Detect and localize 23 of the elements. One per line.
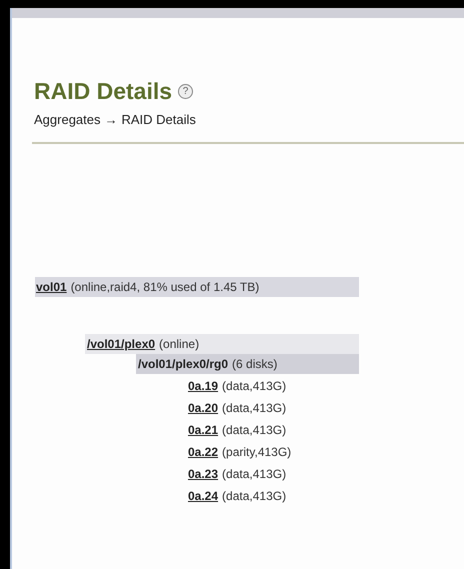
disk-info: (data,413G) bbox=[222, 488, 286, 504]
volume-link[interactable]: vol01 bbox=[36, 278, 67, 296]
page-title: RAID Details bbox=[34, 80, 172, 103]
disk-info: (data,413G) bbox=[222, 400, 286, 416]
disk-link[interactable]: 0a.23 bbox=[188, 464, 218, 482]
help-icon[interactable]: ? bbox=[178, 84, 194, 99]
plex-info: (online) bbox=[159, 336, 200, 352]
disk-link[interactable]: 0a.24 bbox=[188, 486, 218, 504]
breadcrumb-current: RAID Details bbox=[122, 111, 196, 129]
disk-link[interactable]: 0a.21 bbox=[188, 420, 218, 438]
volume-info: (online,raid4, 81% used of 1.45 TB) bbox=[70, 278, 260, 296]
disk-info: (data,413G) bbox=[222, 422, 286, 438]
breadcrumb-arrow: → bbox=[104, 111, 118, 129]
disk-info: (data,413G) bbox=[222, 378, 286, 394]
disk-info: (data,413G) bbox=[222, 466, 286, 482]
disk-link[interactable]: 0a.19 bbox=[188, 376, 218, 394]
disk-info: (parity,413G) bbox=[222, 444, 292, 460]
plex-link[interactable]: /vol01/plex0 bbox=[87, 334, 156, 352]
raid-group-name[interactable]: /vol01/plex0/rg0 bbox=[138, 354, 228, 372]
disk-link[interactable]: 0a.22 bbox=[188, 442, 218, 460]
disk-link[interactable]: 0a.20 bbox=[188, 398, 218, 416]
raid-group-info: (6 disks) bbox=[232, 356, 278, 372]
breadcrumb-link[interactable]: Aggregates bbox=[34, 110, 100, 130]
